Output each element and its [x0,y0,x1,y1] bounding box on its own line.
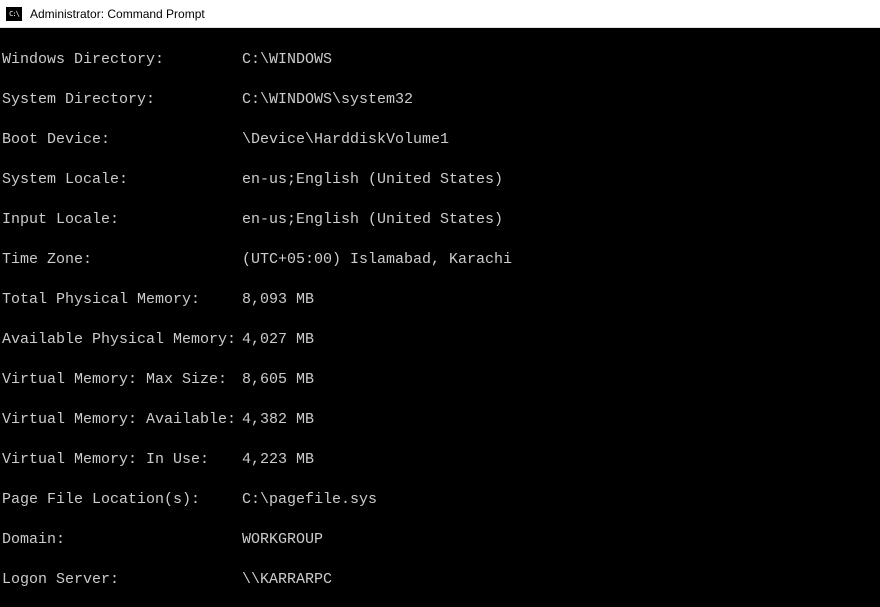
row-domain: Domain:WORKGROUP [2,530,878,550]
value: \\KARRARPC [242,571,332,588]
label: Time Zone: [2,250,242,270]
value: WORKGROUP [242,531,323,548]
row-time-zone: Time Zone:(UTC+05:00) Islamabad, Karachi [2,250,878,270]
value: C:\WINDOWS [242,51,332,68]
label: Logon Server: [2,570,242,590]
label: System Directory: [2,90,242,110]
cmd-icon: C:\ [6,7,22,21]
label: Input Locale: [2,210,242,230]
terminal-viewport[interactable]: Windows Directory:C:\WINDOWS System Dire… [0,28,880,607]
value: 4,382 MB [242,411,314,428]
value: 8,093 MB [242,291,314,308]
value: en-us;English (United States) [242,171,503,188]
value: 4,027 MB [242,331,314,348]
value: \Device\HarddiskVolume1 [242,131,449,148]
label: Virtual Memory: Max Size: [2,370,242,390]
window-titlebar[interactable]: C:\ Administrator: Command Prompt [0,0,880,28]
label: Windows Directory: [2,50,242,70]
label: Page File Location(s): [2,490,242,510]
row-total-physical-memory: Total Physical Memory:8,093 MB [2,290,878,310]
label: Domain: [2,530,242,550]
row-available-physical-memory: Available Physical Memory:4,027 MB [2,330,878,350]
label: Boot Device: [2,130,242,150]
label: System Locale: [2,170,242,190]
value: 8,605 MB [242,371,314,388]
row-system-locale: System Locale:en-us;English (United Stat… [2,170,878,190]
value: (UTC+05:00) Islamabad, Karachi [242,251,512,268]
label: Virtual Memory: In Use: [2,450,242,470]
row-page-file: Page File Location(s):C:\pagefile.sys [2,490,878,510]
value: C:\pagefile.sys [242,491,377,508]
row-virtual-memory-in-use: Virtual Memory: In Use:4,223 MB [2,450,878,470]
value: 4,223 MB [242,451,314,468]
row-boot-device: Boot Device:\Device\HarddiskVolume1 [2,130,878,150]
label: Available Physical Memory: [2,330,242,350]
row-logon-server: Logon Server:\\KARRARPC [2,570,878,590]
row-virtual-memory-max: Virtual Memory: Max Size:8,605 MB [2,370,878,390]
label: Virtual Memory: Available: [2,410,242,430]
label: Total Physical Memory: [2,290,242,310]
row-virtual-memory-available: Virtual Memory: Available:4,382 MB [2,410,878,430]
row-input-locale: Input Locale:en-us;English (United State… [2,210,878,230]
value: en-us;English (United States) [242,211,503,228]
value: C:\WINDOWS\system32 [242,91,413,108]
row-windows-dir: Windows Directory:C:\WINDOWS [2,50,878,70]
row-system-dir: System Directory:C:\WINDOWS\system32 [2,90,878,110]
window-title: Administrator: Command Prompt [30,7,205,21]
